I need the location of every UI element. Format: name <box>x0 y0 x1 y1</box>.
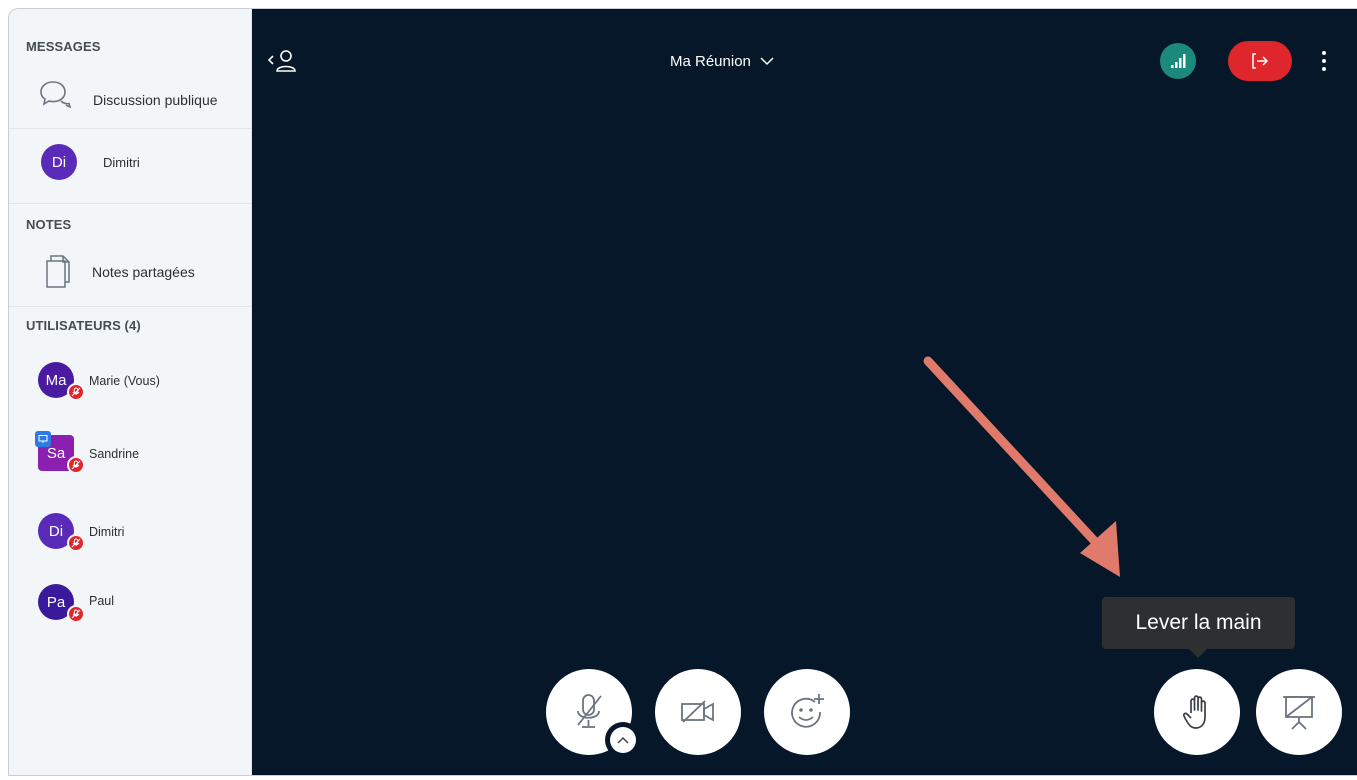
signal-icon <box>1171 54 1186 68</box>
user-list-item[interactable]: Pa Paul <box>9 576 252 638</box>
muted-icon <box>67 605 85 623</box>
leave-icon <box>1252 53 1269 69</box>
users-header: UTILISATEURS (4) <box>26 318 141 333</box>
user-name: Paul <box>89 594 115 608</box>
meeting-title-dropdown[interactable]: Ma Réunion <box>670 49 775 73</box>
user-list-item[interactable]: Di Dimitri <box>9 505 252 567</box>
camera-button[interactable] <box>655 669 741 755</box>
leave-meeting-button[interactable] <box>1228 41 1292 81</box>
presenter-icon <box>35 431 51 447</box>
more-vertical-icon <box>1322 51 1326 71</box>
user-list-item[interactable]: Ma Marie (Vous) <box>9 354 252 416</box>
audio-settings-circle <box>610 727 636 753</box>
public-chat-label: Discussion publique <box>93 92 218 108</box>
chat-bubbles-icon <box>40 81 72 109</box>
emoji-add-icon <box>791 694 824 728</box>
shared-notes-item[interactable]: Notes partagées <box>9 247 252 299</box>
divider <box>9 128 252 129</box>
avatar: Di <box>41 144 77 180</box>
options-button[interactable] <box>1314 45 1334 77</box>
annotation-arrow <box>923 356 1120 577</box>
microphone-muted-icon <box>577 694 602 728</box>
private-chat-name: Dimitri <box>103 155 140 170</box>
meeting-title: Ma Réunion <box>670 52 751 70</box>
audio-settings-button[interactable] <box>605 722 641 758</box>
chevron-up-icon <box>617 737 629 744</box>
main-area: Ma Réunion Lever la main <box>252 9 1357 775</box>
chevron-down-icon <box>760 57 774 66</box>
divider <box>9 306 252 307</box>
toggle-userlist-button[interactable] <box>266 47 300 77</box>
muted-icon <box>67 383 85 401</box>
user-name: Dimitri <box>89 525 125 539</box>
hand-icon <box>1182 695 1206 729</box>
shared-notes-label: Notes partagées <box>92 264 195 280</box>
muted-icon <box>67 456 85 474</box>
connection-status-button[interactable] <box>1160 43 1196 79</box>
user-list-icon <box>267 50 296 72</box>
user-name: Sandrine <box>89 447 140 461</box>
tooltip-arrow <box>1189 649 1207 658</box>
public-chat-item[interactable]: Discussion publique <box>9 72 252 128</box>
private-chat-item[interactable]: Di Dimitri <box>9 133 252 195</box>
raise-hand-button[interactable] <box>1154 669 1240 755</box>
user-name: Marie (Vous) <box>89 374 160 388</box>
divider <box>9 203 252 204</box>
notes-header: NOTES <box>26 217 72 232</box>
document-icon <box>46 255 70 288</box>
user-list-item[interactable]: Sa Sandrine <box>9 427 252 489</box>
camera-off-icon <box>681 700 714 723</box>
reactions-button[interactable] <box>764 669 850 755</box>
raise-hand-tooltip: Lever la main <box>1102 597 1295 649</box>
muted-icon <box>67 534 85 552</box>
presentation-button[interactable] <box>1256 669 1342 755</box>
sidebar: MESSAGES Discussion publique Di Dimitri … <box>9 9 252 775</box>
app-window: MESSAGES Discussion publique Di Dimitri … <box>8 8 1357 776</box>
messages-header: MESSAGES <box>26 39 101 54</box>
presentation-icon <box>1283 696 1315 730</box>
